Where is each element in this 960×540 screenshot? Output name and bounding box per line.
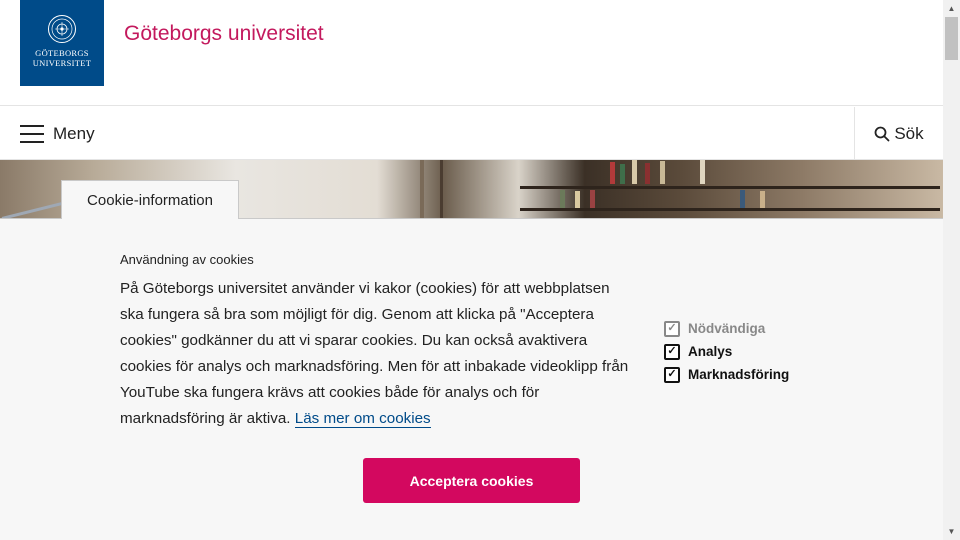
read-more-cookies-link[interactable]: Läs mer om cookies (294, 410, 431, 428)
scroll-up-arrow-icon[interactable]: ▲ (943, 0, 960, 17)
logo-text: GÖTEBORGS UNIVERSITET (32, 48, 92, 68)
university-logo[interactable]: GÖTEBORGS UNIVERSITET (20, 0, 104, 86)
cookie-option-analytics[interactable]: ✓ Analys (664, 340, 789, 363)
cookie-heading: Användning av cookies (120, 252, 254, 267)
cookie-consent-panel: Användning av cookies På Göteborgs unive… (0, 218, 943, 540)
scroll-thumb[interactable] (945, 17, 958, 60)
checkbox-checked-icon[interactable]: ✓ (664, 343, 680, 360)
menu-button[interactable]: Meny (20, 107, 95, 160)
university-seal-icon (48, 15, 76, 43)
site-name[interactable]: Göteborgs universitet (124, 22, 324, 46)
search-button[interactable]: Sök (854, 107, 943, 160)
scroll-down-arrow-icon[interactable]: ▼ (943, 523, 960, 540)
search-icon (874, 126, 890, 141)
cookie-options: ✓ Nödvändiga ✓ Analys ✓ Marknadsföring (664, 317, 789, 386)
menu-label: Meny (53, 123, 95, 143)
checkbox-checked-icon[interactable]: ✓ (664, 366, 680, 383)
cookie-description: På Göteborgs universitet använder vi kak… (120, 276, 630, 432)
cookie-option-label: Nödvändiga (688, 321, 766, 336)
hamburger-icon (20, 124, 44, 143)
cookie-info-tab[interactable]: Cookie-information (61, 180, 239, 219)
vertical-scrollbar[interactable]: ▲ ▼ (943, 0, 960, 540)
cookie-body-text: På Göteborgs universitet använder vi kak… (120, 280, 629, 427)
accept-cookies-button[interactable]: Acceptera cookies (363, 458, 580, 503)
main-navbar: Meny Sök (0, 107, 943, 160)
cookie-option-label: Marknadsföring (688, 367, 790, 382)
search-label: Sök (894, 123, 924, 143)
site-header: GÖTEBORGS UNIVERSITET Göteborgs universi… (0, 0, 943, 106)
checkbox-checked-icon: ✓ (664, 320, 680, 337)
cookie-option-label: Analys (688, 344, 733, 359)
cookie-option-necessary: ✓ Nödvändiga (664, 317, 789, 340)
cookie-option-marketing[interactable]: ✓ Marknadsföring (664, 363, 789, 386)
